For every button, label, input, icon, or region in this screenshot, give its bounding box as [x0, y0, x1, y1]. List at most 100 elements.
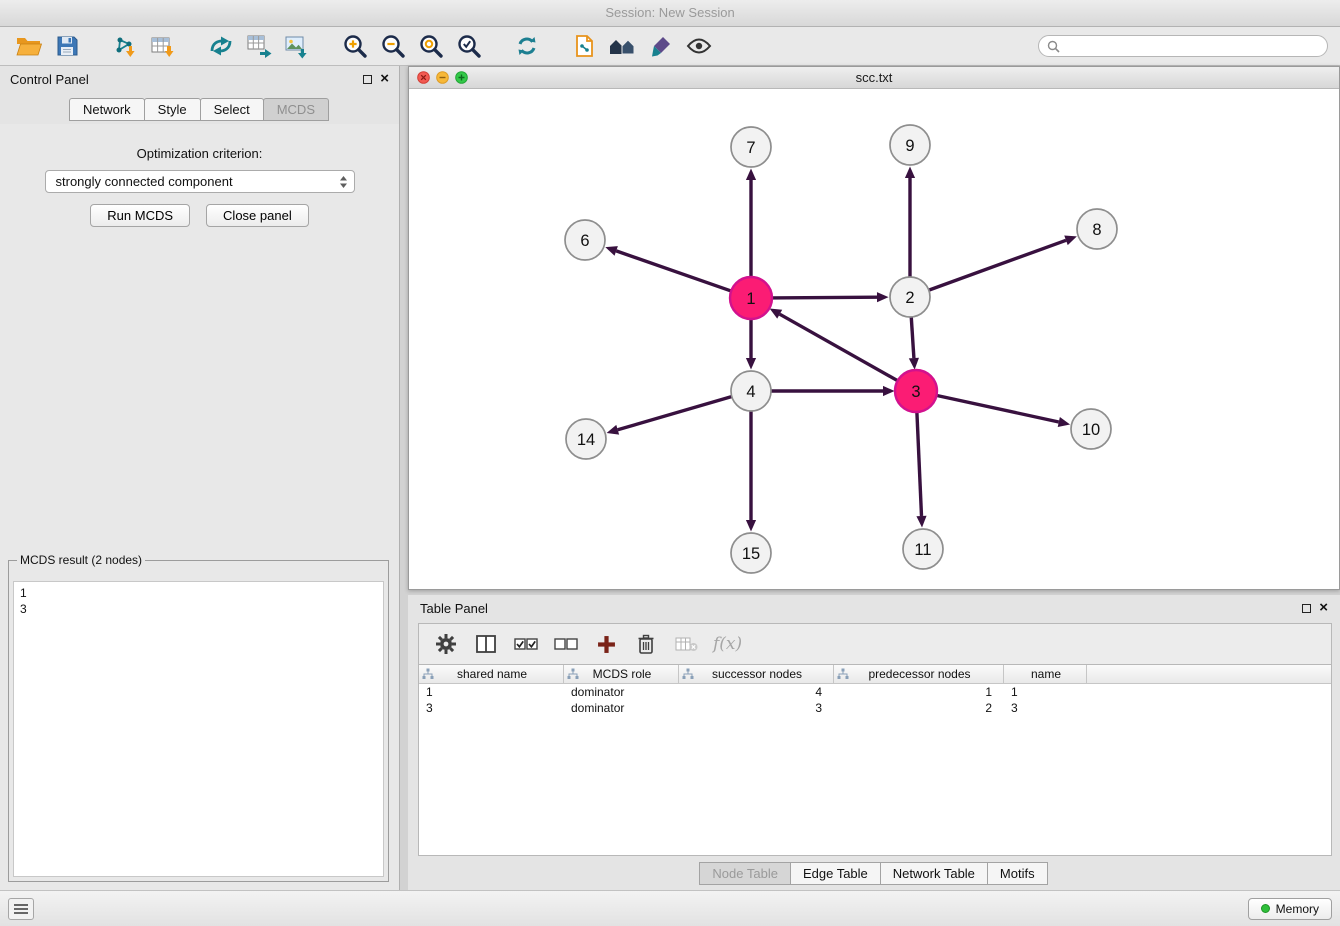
graph-edge-1-2[interactable]: [770, 297, 877, 298]
graph-node-6[interactable]: 6: [565, 220, 605, 260]
tab-mcds[interactable]: MCDS: [263, 98, 329, 121]
mcds-result-title: MCDS result (2 nodes): [17, 553, 145, 567]
column-type-icon: [422, 668, 434, 680]
mcds-result-line: 1: [20, 585, 377, 601]
graph-edge-3-10[interactable]: [935, 395, 1059, 422]
first-neighbors-icon: [608, 35, 638, 57]
zoom-in-button[interactable]: [338, 31, 372, 61]
graph-edge-2-8[interactable]: [928, 240, 1066, 290]
task-history-button[interactable]: [8, 898, 34, 920]
tab-node-table[interactable]: Node Table: [699, 862, 791, 885]
export-network-button[interactable]: [204, 31, 238, 61]
import-table-button[interactable]: [146, 31, 180, 61]
zoom-selected-button[interactable]: [452, 31, 486, 61]
tab-select[interactable]: Select: [200, 98, 264, 121]
table-row[interactable]: 1 dominator 4 1 1: [419, 684, 1331, 700]
float-panel-icon[interactable]: [363, 75, 372, 84]
tab-motifs[interactable]: Motifs: [987, 862, 1048, 885]
tab-network-table[interactable]: Network Table: [880, 862, 988, 885]
show-columns-button[interactable]: [473, 630, 499, 658]
svg-text:9: 9: [905, 137, 914, 155]
zoom-fit-button[interactable]: [414, 31, 448, 61]
svg-text:8: 8: [1092, 221, 1101, 239]
search-input[interactable]: [1065, 39, 1319, 53]
graph-node-7[interactable]: 7: [731, 127, 771, 167]
graph-node-8[interactable]: 8: [1077, 209, 1117, 249]
column-header-predecessor-nodes[interactable]: predecessor nodes: [834, 665, 1004, 683]
column-type-icon: [682, 668, 694, 680]
column-header-mcds-role[interactable]: MCDS role: [564, 665, 679, 683]
zoom-window-icon[interactable]: [455, 71, 468, 84]
cell-predecessor-nodes[interactable]: 2: [834, 701, 1004, 715]
tab-network[interactable]: Network: [69, 98, 145, 121]
apply-style-button[interactable]: [644, 31, 678, 61]
first-neighbors-button[interactable]: [606, 31, 640, 61]
graph-edge-3-1[interactable]: [780, 314, 900, 382]
close-panel-icon[interactable]: ×: [380, 73, 389, 85]
close-window-icon[interactable]: [417, 71, 430, 84]
memory-button[interactable]: Memory: [1248, 898, 1332, 920]
table-panel: Table Panel ×: [408, 595, 1340, 890]
table-toolbar: f(x): [418, 623, 1332, 665]
clone-network-button[interactable]: [568, 31, 602, 61]
graph-node-4[interactable]: 4: [731, 371, 771, 411]
export-image-button[interactable]: [280, 31, 314, 61]
graph-edge-1-6[interactable]: [616, 251, 733, 292]
mcds-result-list[interactable]: 1 3: [13, 581, 384, 877]
open-session-button[interactable]: [12, 31, 46, 61]
cell-shared-name[interactable]: 1: [419, 685, 564, 699]
cell-name[interactable]: 3: [1004, 701, 1087, 715]
table-row[interactable]: 3 dominator 3 2 3: [419, 700, 1331, 716]
network-canvas[interactable]: 7 9 6 8 1 2 4 3 14 10 15 11: [409, 89, 1339, 589]
cell-successor-nodes[interactable]: 3: [679, 701, 834, 715]
delete-column-button[interactable]: [633, 630, 659, 658]
refresh-layout-button[interactable]: [510, 31, 544, 61]
close-table-panel-icon[interactable]: ×: [1319, 602, 1328, 614]
graph-node-14[interactable]: 14: [566, 419, 606, 459]
float-table-panel-icon[interactable]: [1302, 604, 1311, 613]
column-header-successor-nodes[interactable]: successor nodes: [679, 665, 834, 683]
criterion-select[interactable]: strongly connected component: [45, 170, 355, 193]
select-all-columns-button[interactable]: [513, 630, 539, 658]
function-builder-button[interactable]: f(x): [713, 630, 742, 658]
export-table-button[interactable]: [242, 31, 276, 61]
svg-text:6: 6: [580, 232, 589, 250]
trash-icon: [637, 634, 655, 655]
cell-successor-nodes[interactable]: 4: [679, 685, 834, 699]
graph-node-1[interactable]: 1: [730, 277, 772, 319]
zoom-out-button[interactable]: [376, 31, 410, 61]
cell-mcds-role[interactable]: dominator: [564, 701, 679, 715]
graph-node-9[interactable]: 9: [890, 125, 930, 165]
status-bar: Memory: [0, 890, 1340, 926]
tab-style[interactable]: Style: [144, 98, 201, 121]
table-settings-button[interactable]: [433, 630, 459, 658]
column-header-shared-name[interactable]: shared name: [419, 665, 564, 683]
graph-node-11[interactable]: 11: [903, 529, 943, 569]
graph-edge-3-11[interactable]: [917, 410, 922, 516]
tab-edge-table[interactable]: Edge Table: [790, 862, 881, 885]
run-mcds-button[interactable]: Run MCDS: [90, 204, 190, 227]
graph-node-2[interactable]: 2: [890, 277, 930, 317]
import-network-button[interactable]: [108, 31, 142, 61]
memory-status-icon: [1261, 904, 1270, 913]
network-window-titlebar[interactable]: scc.txt: [409, 67, 1339, 89]
close-panel-button[interactable]: Close panel: [206, 204, 309, 227]
minimize-window-icon[interactable]: [436, 71, 449, 84]
deselect-all-columns-button[interactable]: [553, 630, 579, 658]
cell-mcds-role[interactable]: dominator: [564, 685, 679, 699]
cell-predecessor-nodes[interactable]: 1: [834, 685, 1004, 699]
graph-node-3[interactable]: 3: [895, 370, 937, 412]
graph-node-10[interactable]: 10: [1071, 409, 1111, 449]
column-header-name[interactable]: name: [1004, 665, 1087, 683]
delete-table-button[interactable]: [673, 630, 699, 658]
show-hide-button[interactable]: [682, 31, 716, 61]
graph-node-15[interactable]: 15: [731, 533, 771, 573]
cell-name[interactable]: 1: [1004, 685, 1087, 699]
search-field[interactable]: [1038, 35, 1328, 57]
cell-shared-name[interactable]: 3: [419, 701, 564, 715]
graph-edge-2-3[interactable]: [911, 316, 914, 358]
graph-edge-4-14[interactable]: [618, 396, 733, 430]
eye-icon: [686, 37, 712, 55]
create-column-button[interactable]: [593, 630, 619, 658]
save-session-button[interactable]: [50, 31, 84, 61]
